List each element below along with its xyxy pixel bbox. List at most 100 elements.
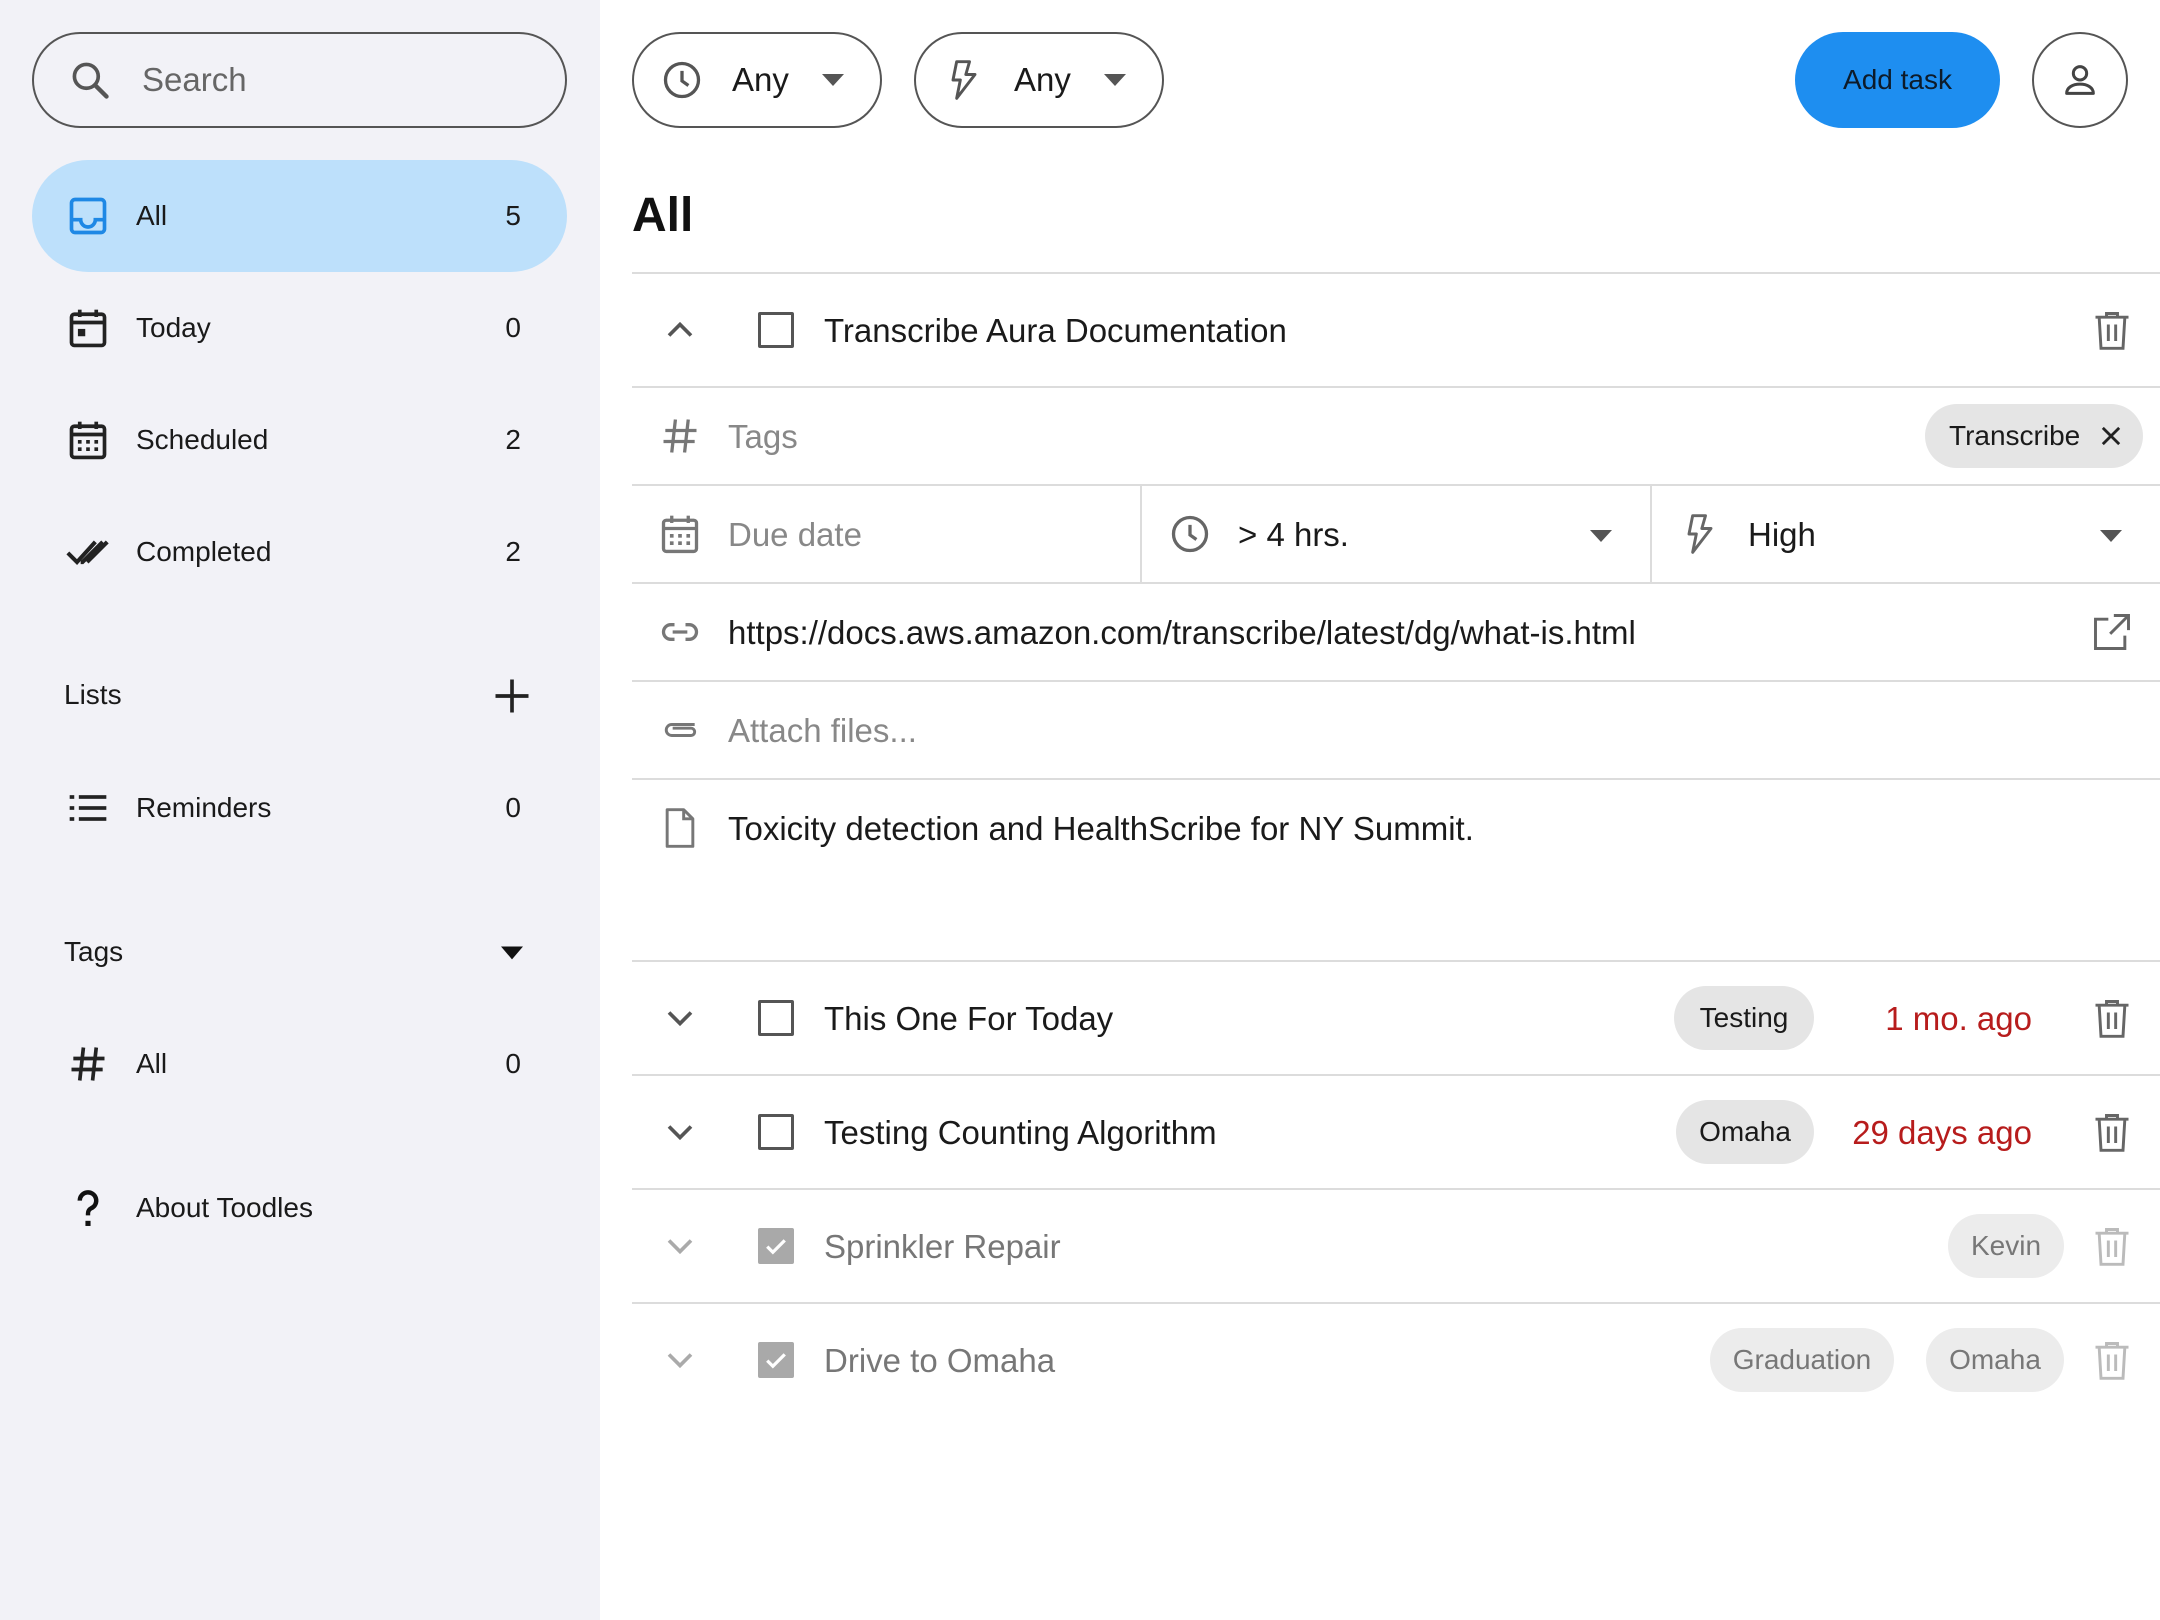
- divider: [632, 582, 2160, 584]
- divider: [632, 1188, 2160, 1190]
- add-task-button[interactable]: Add task: [1795, 32, 2000, 128]
- add-list-icon[interactable]: [490, 674, 534, 718]
- calendar-icon: [661, 515, 699, 554]
- calendar-month-icon: [69, 421, 107, 460]
- tag-chip-label: Transcribe: [1949, 420, 2081, 451]
- time-filter-value: Any: [732, 61, 789, 98]
- inbox-icon: [69, 197, 107, 235]
- trash-icon[interactable]: [2090, 308, 2134, 352]
- open-external-icon[interactable]: [2090, 610, 2134, 654]
- search-input[interactable]: Search: [142, 61, 247, 99]
- divider: [632, 386, 2160, 388]
- sidebar-item-count: 0: [505, 312, 521, 343]
- trash-icon[interactable]: [2090, 996, 2134, 1040]
- person-icon: [2065, 65, 2095, 95]
- caret-down-icon[interactable]: [490, 930, 534, 974]
- due-date-input[interactable]: Due date: [728, 516, 862, 554]
- page-title: All: [632, 189, 694, 242]
- link-icon: [661, 623, 699, 641]
- tag-chip: Omaha: [1676, 1100, 1814, 1164]
- divider: [632, 960, 2160, 962]
- priority-filter-value: Any: [1014, 61, 1071, 98]
- tag-chip: Transcribe: [1925, 404, 2143, 468]
- sidebar-item-label: Reminders: [136, 792, 272, 823]
- sidebar-item-label: About Toodles: [136, 1192, 313, 1223]
- sidebar-item-count: 2: [505, 536, 521, 567]
- sidebar-item-count: 0: [505, 1048, 521, 1079]
- task-checkbox[interactable]: [758, 1228, 794, 1264]
- task-title[interactable]: Testing Counting Algorithm: [824, 1114, 1217, 1152]
- due-label: 29 days ago: [1852, 1114, 2032, 1151]
- bolt-icon: [951, 60, 977, 100]
- sidebar-item-all[interactable]: All 5: [32, 160, 567, 272]
- sidebar-item-label: Scheduled: [136, 424, 269, 455]
- tag-chip: Graduation: [1710, 1328, 1894, 1392]
- sidebar-item-scheduled[interactable]: Scheduled 2: [32, 384, 567, 496]
- check-icon: [766, 1239, 786, 1255]
- chevron-down-icon[interactable]: [658, 1110, 702, 1154]
- duration-select[interactable]: > 4 hrs.: [1142, 486, 1650, 582]
- time-filter-select[interactable]: Any: [632, 32, 882, 128]
- caret-down-icon: [2100, 530, 2122, 542]
- clock-icon: [663, 61, 701, 99]
- divider: [632, 1302, 2160, 1304]
- close-icon[interactable]: [2097, 422, 2125, 450]
- trash-icon[interactable]: [2090, 1224, 2134, 1268]
- hash-icon: [663, 419, 697, 453]
- sidebar-item-completed[interactable]: Completed 2: [32, 496, 567, 608]
- tags-input[interactable]: Tags: [728, 418, 798, 456]
- tag-chip: Omaha: [1926, 1328, 2064, 1392]
- sidebar: Search All 5 Today 0 Scheduled 2 Complet…: [0, 0, 600, 1620]
- sidebar-item-today[interactable]: Today 0: [32, 272, 567, 384]
- account-button[interactable]: [2032, 32, 2128, 128]
- bolt-icon: [1687, 514, 1713, 554]
- task-checkbox[interactable]: [758, 1342, 794, 1378]
- task-title[interactable]: This One For Today: [824, 1000, 1113, 1038]
- duration-value: > 4 hrs.: [1238, 516, 1349, 553]
- attach-files-input[interactable]: Attach files...: [728, 712, 917, 750]
- sidebar-item-reminders[interactable]: Reminders 0: [32, 752, 567, 864]
- check-icon: [766, 1353, 786, 1369]
- task-checkbox[interactable]: [758, 312, 794, 348]
- task-checkbox[interactable]: [758, 1114, 794, 1150]
- task-notes[interactable]: Toxicity detection and HealthScribe for …: [728, 810, 1474, 848]
- tag-chip: Testing: [1674, 986, 1814, 1050]
- document-icon: [665, 808, 695, 848]
- sidebar-item-label: Completed: [136, 536, 272, 567]
- task-checkbox[interactable]: [758, 1000, 794, 1036]
- trash-icon[interactable]: [2090, 1338, 2134, 1382]
- chevron-down-icon[interactable]: [658, 1338, 702, 1382]
- task-title[interactable]: Sprinkler Repair: [824, 1228, 1061, 1266]
- tag-chip: Kevin: [1948, 1214, 2064, 1278]
- double-check-icon: [66, 540, 109, 566]
- search-field[interactable]: Search: [32, 32, 567, 128]
- sidebar-item-label: All: [136, 1048, 168, 1079]
- priority-filter-select[interactable]: Any: [914, 32, 1164, 128]
- priority-select[interactable]: High: [1652, 486, 2160, 582]
- sidebar-item-count: 2: [505, 424, 521, 455]
- divider: [632, 272, 2160, 274]
- sidebar-item-label: Today: [136, 312, 211, 343]
- sidebar-item-tag-all[interactable]: All 0: [32, 1008, 567, 1120]
- list-icon: [69, 795, 107, 821]
- search-icon: [72, 62, 109, 99]
- trash-icon[interactable]: [2090, 1110, 2134, 1154]
- caret-down-icon: [1590, 530, 1612, 542]
- question-icon: [77, 1190, 99, 1226]
- task-title[interactable]: Transcribe Aura Documentation: [824, 312, 1287, 350]
- divider: [632, 778, 2160, 780]
- task-title[interactable]: Drive to Omaha: [824, 1342, 1055, 1380]
- chevron-up-icon[interactable]: [658, 308, 702, 352]
- chevron-down-icon[interactable]: [658, 1224, 702, 1268]
- divider: [632, 680, 2160, 682]
- chevron-down-icon[interactable]: [658, 996, 702, 1040]
- sidebar-item-about[interactable]: About Toodles: [32, 1152, 567, 1264]
- caret-down-icon: [1104, 74, 1126, 86]
- caret-down-icon: [822, 74, 844, 86]
- sidebar-item-count: 0: [505, 792, 521, 823]
- priority-value: High: [1748, 516, 1816, 553]
- sidebar-item-count: 5: [505, 200, 521, 231]
- paperclip-icon: [664, 723, 697, 737]
- tags-heading: Tags: [64, 936, 124, 967]
- link-url[interactable]: https://docs.aws.amazon.com/transcribe/l…: [728, 614, 1636, 652]
